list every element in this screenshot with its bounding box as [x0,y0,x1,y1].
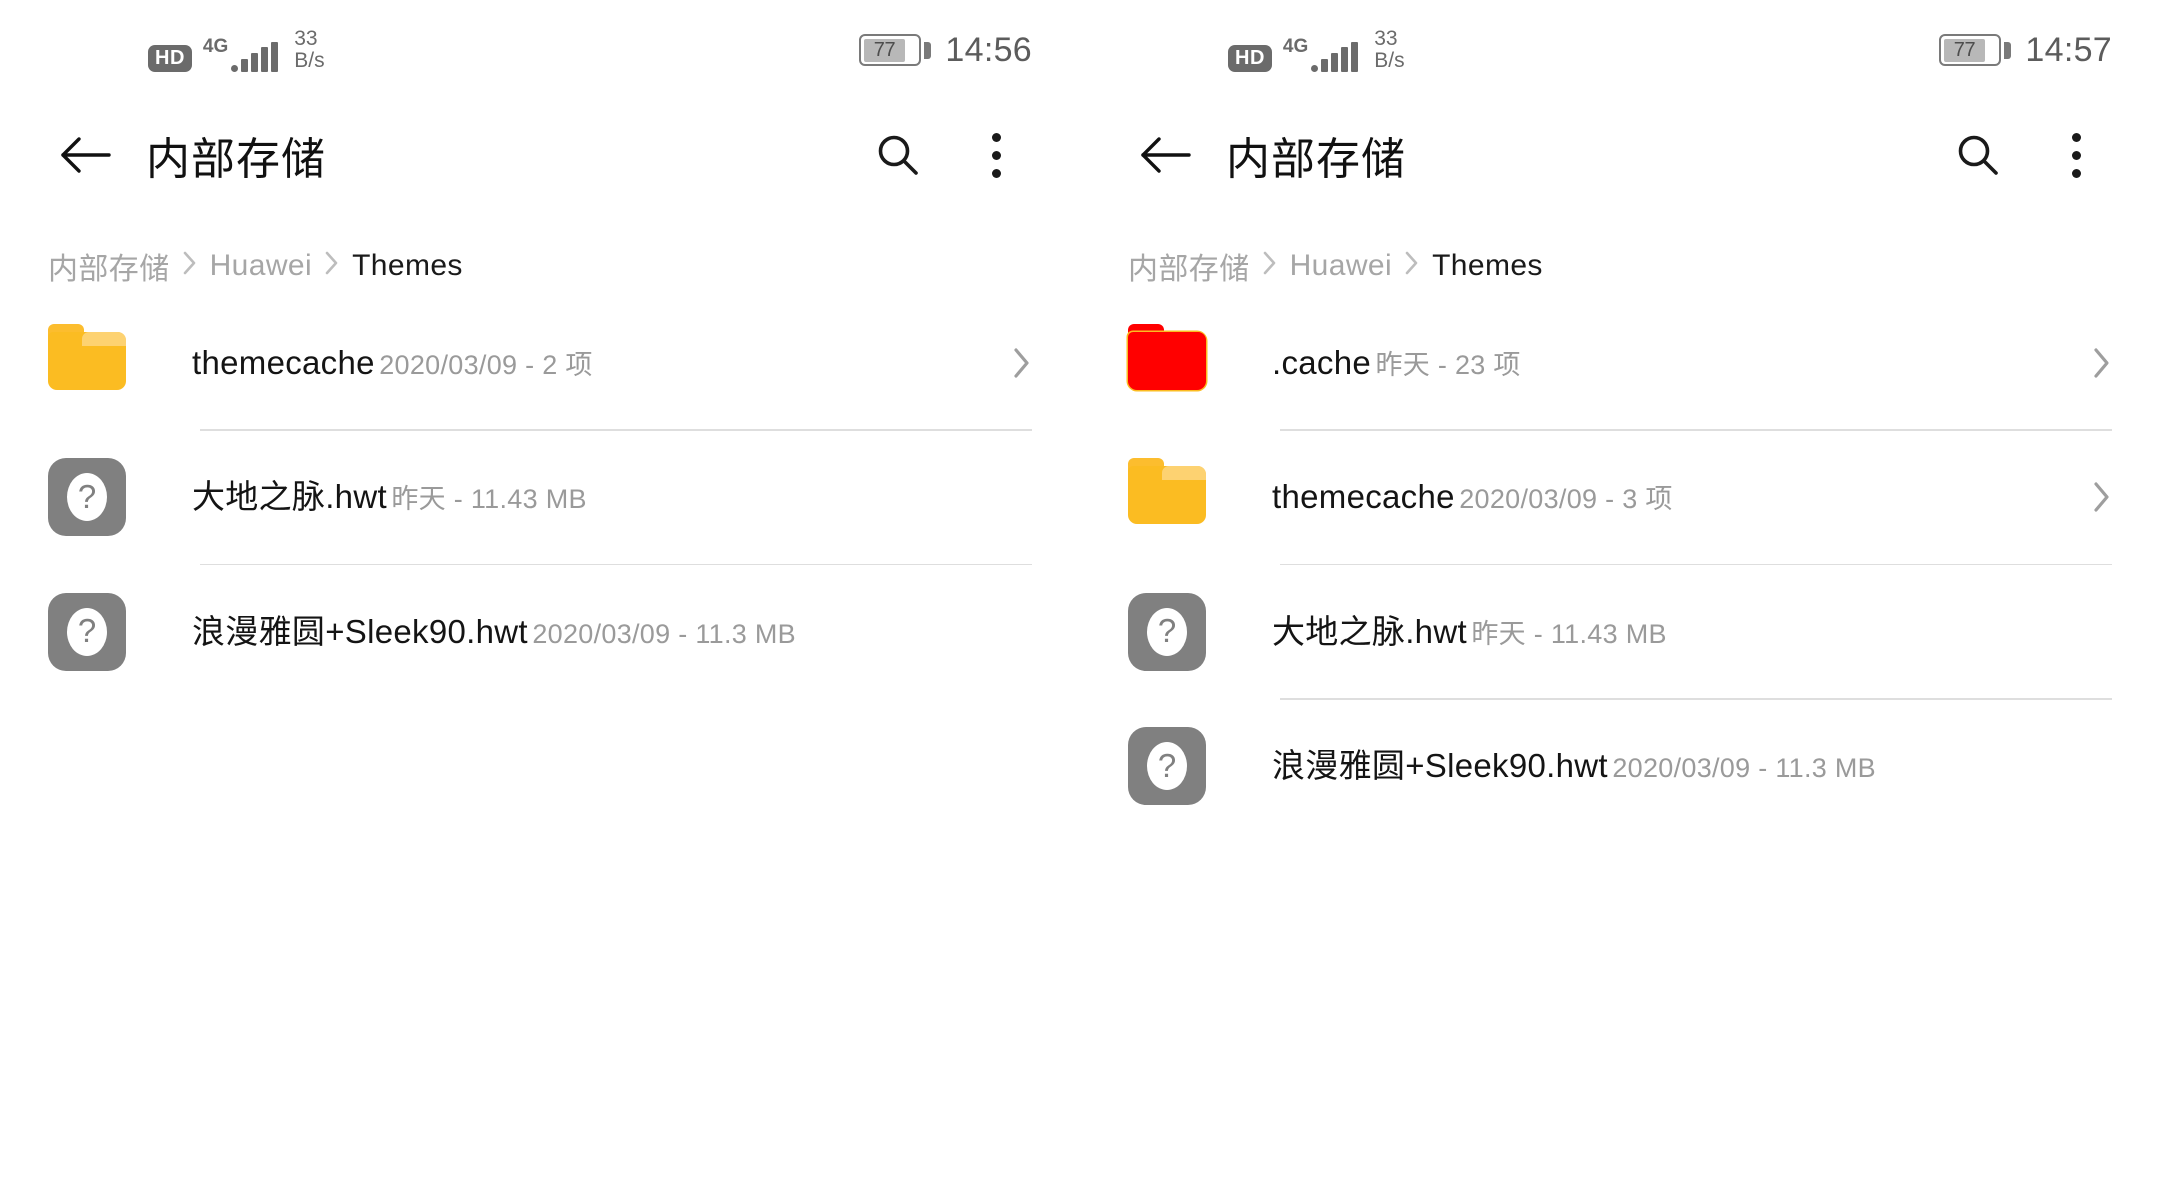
file-name: 浪漫雅圆+Sleek90.hwt [192,612,528,650]
folder-icon [1128,458,1206,536]
battery-percent-label: 77 [1953,39,1976,61]
chevron-right-icon[interactable] [992,346,1032,380]
breadcrumb-item-1[interactable]: Huawei [210,249,312,283]
file-name: themecache [1272,478,1455,516]
list-item[interactable]: ? 浪漫雅圆+Sleek90.hwt 2020/03/09 - 11.3 MB [1080,700,2160,833]
list-item[interactable]: ? 大地之脉.hwt 昨天 - 11.43 MB [0,431,1080,564]
breadcrumb-item-2[interactable]: Themes [1432,249,1543,283]
screenshot-pair: HD 4G 33 B/s 77 14:56 内部存储 内部存储 Huawei T… [0,0,2160,1200]
question-mark-glyph: ? [67,473,107,521]
list-item-text: 大地之脉.hwt 昨天 - 11.43 MB [192,476,992,517]
list-item[interactable]: ? 大地之脉.hwt 昨天 - 11.43 MB [1080,565,2160,698]
file-detail: 2020/03/09 - 11.3 MB [1612,753,1876,784]
question-mark-glyph: ? [67,607,107,656]
file-detail: 昨天 - 11.43 MB [1471,618,1667,649]
list-item-text: 浪漫雅圆+Sleek90.hwt 2020/03/09 - 11.3 MB [192,611,992,652]
page-title: 内部存储 [1226,135,1406,184]
battery-icon: 77 [1939,34,2012,66]
status-bar-right: 77 14:57 [1939,31,2112,70]
network-speed-unit: B/s [294,49,325,72]
breadcrumb-item-0[interactable]: 内部存储 [1128,244,1250,288]
file-name: .cache [1272,343,1372,381]
chevron-right-icon[interactable] [2072,346,2112,380]
list-item-text: 浪漫雅圆+Sleek90.hwt 2020/03/09 - 11.3 MB [1272,745,2072,786]
breadcrumb-item-0[interactable]: 内部存储 [48,244,170,288]
more-vertical-icon[interactable] [2038,117,2114,193]
list-item-text: themecache 2020/03/09 - 3 项 [1272,476,2072,517]
list-item[interactable]: .cache 昨天 - 23 项 [1080,296,2160,429]
breadcrumb: 内部存储 Huawei Themes [1080,210,2160,296]
folder-icon [48,323,126,402]
status-bar-clock: 14:56 [945,30,1032,69]
breadcrumb-item-2[interactable]: Themes [352,249,463,283]
back-arrow-icon[interactable] [48,118,122,192]
file-detail: 2020/03/09 - 2 项 [379,349,593,380]
unknown-file-icon: ? [1128,727,1206,805]
breadcrumb-separator [324,250,340,282]
network-speed: 33 B/s [1374,26,1405,72]
search-icon[interactable] [860,117,936,193]
network-speed-value: 33 [294,26,318,50]
battery-percent-label: 77 [873,39,896,61]
chevron-right-icon[interactable] [2072,480,2112,514]
network-type-label: 4G [1282,36,1309,58]
file-name: 大地之脉.hwt [1272,612,1467,650]
breadcrumb-item-1[interactable]: Huawei [1290,249,1392,283]
network-speed-value: 33 [1374,26,1398,50]
hd-icon: HD [1228,45,1272,73]
network-status: 4G [1282,36,1359,73]
question-mark-glyph: ? [1147,742,1187,790]
app-bar: 内部存储 [1080,100,2160,210]
folder-icon [1128,323,1206,402]
status-bar: HD 4G 33 B/s 77 [1080,0,2160,100]
network-speed-unit: B/s [1374,49,1405,72]
search-icon[interactable] [1940,117,2016,193]
breadcrumb: 内部存储 Huawei Themes [0,210,1080,296]
page-title: 内部存储 [146,135,326,184]
app-bar: 内部存储 [0,100,1080,210]
list-item-text: 大地之脉.hwt 昨天 - 11.43 MB [1272,611,2072,652]
unknown-file-icon: ? [48,458,126,536]
battery-icon: 77 [859,34,932,66]
network-type-label: 4G [202,36,229,58]
breadcrumb-separator [1404,250,1420,282]
status-bar-left: HD 4G 33 B/s [1228,26,1405,73]
signal-bars-icon [231,42,279,73]
status-bar-right: 77 14:56 [859,31,1032,70]
file-list: .cache 昨天 - 23 项 themecache 2020/03/09 -… [1080,296,2160,833]
list-item[interactable]: themecache 2020/03/09 - 3 项 [1080,431,2160,564]
signal-bars-icon [1311,42,1359,73]
status-bar: HD 4G 33 B/s 77 [0,0,1080,100]
file-detail: 昨天 - 23 项 [1375,349,1521,380]
back-arrow-icon[interactable] [1128,118,1202,192]
file-detail: 昨天 - 11.43 MB [391,484,587,515]
file-list: themecache 2020/03/09 - 2 项 ? 大地之脉.hwt 昨… [0,296,1080,698]
list-item[interactable]: ? 浪漫雅圆+Sleek90.hwt 2020/03/09 - 11.3 MB [0,565,1080,698]
breadcrumb-separator [182,250,198,282]
unknown-file-icon: ? [48,592,126,671]
file-detail: 2020/03/09 - 11.3 MB [532,618,796,649]
list-item[interactable]: themecache 2020/03/09 - 2 项 [0,296,1080,429]
unknown-file-icon: ? [1128,592,1206,671]
file-name: 浪漫雅圆+Sleek90.hwt [1272,747,1608,785]
hd-icon: HD [148,45,192,73]
file-detail: 2020/03/09 - 3 项 [1459,484,1673,515]
phone-screen-after: HD 4G 33 B/s 77 14:57 内部存储 内部存储 Huawei T… [1080,0,2160,1200]
status-bar-clock: 14:57 [2025,30,2112,69]
list-item-text: .cache 昨天 - 23 项 [1272,342,2072,383]
network-speed: 33 B/s [294,26,325,72]
network-status: 4G [202,36,279,73]
list-item-text: themecache 2020/03/09 - 2 项 [192,342,992,383]
file-name: themecache [192,343,375,381]
phone-screen-before: HD 4G 33 B/s 77 14:56 内部存储 内部存储 Huawei T… [0,0,1080,1200]
file-name: 大地之脉.hwt [192,478,387,516]
breadcrumb-separator [1262,250,1278,282]
more-vertical-icon[interactable] [958,117,1034,193]
status-bar-left: HD 4G 33 B/s [148,26,325,73]
question-mark-glyph: ? [1147,607,1187,656]
